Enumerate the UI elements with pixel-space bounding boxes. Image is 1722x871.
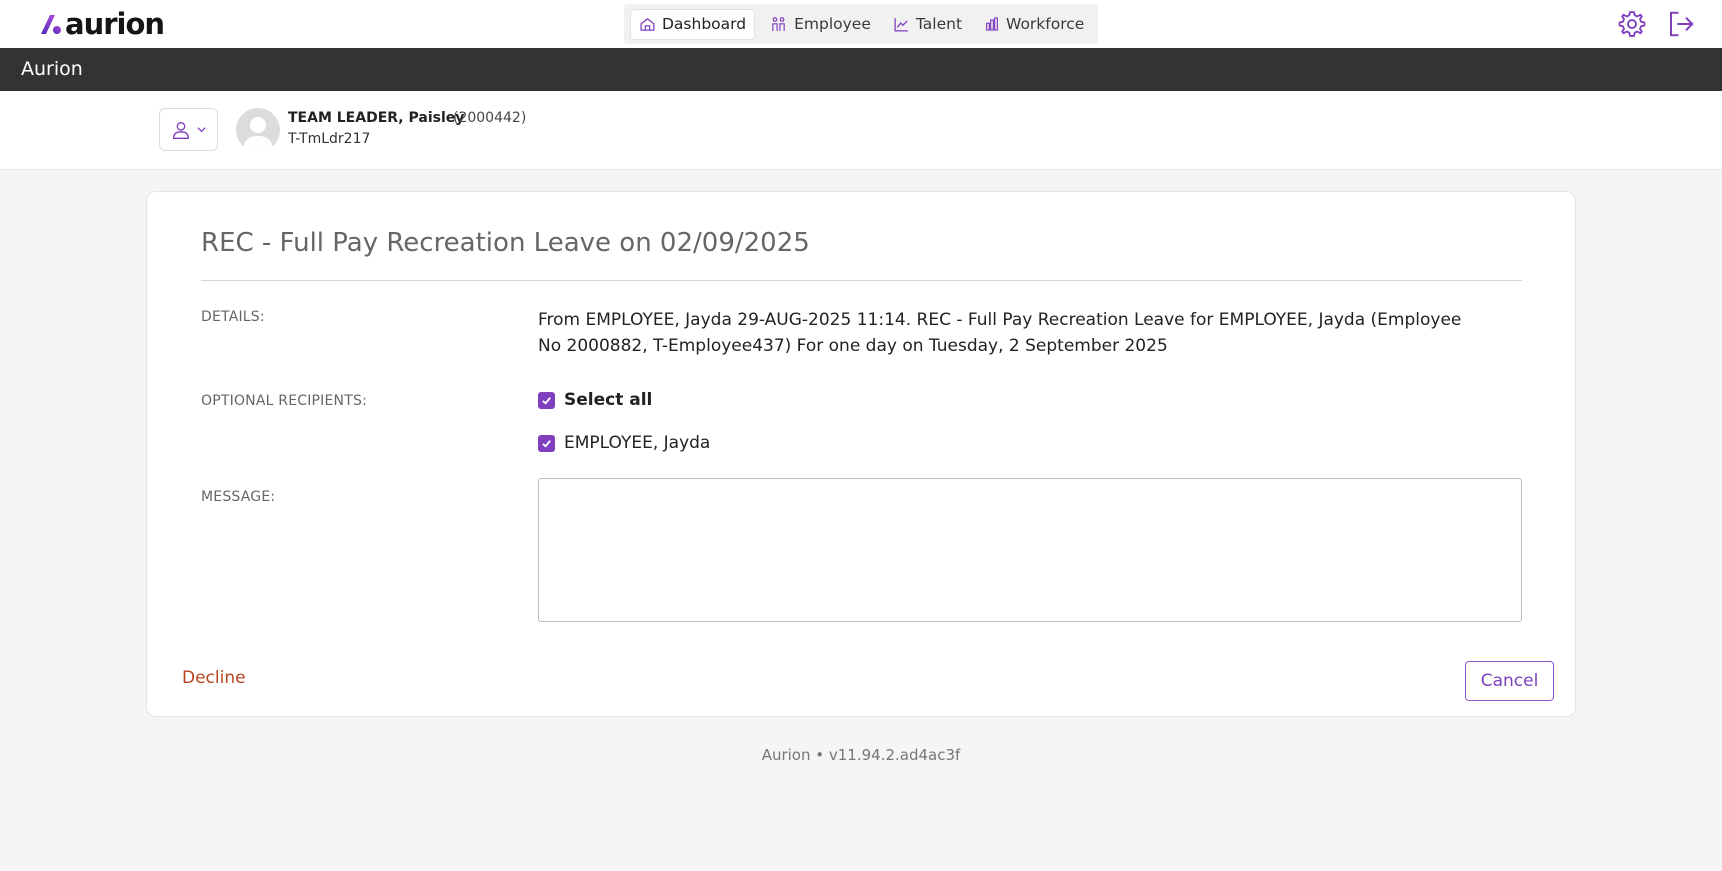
logo-mark-icon: [41, 15, 61, 34]
logout-icon[interactable]: [1666, 9, 1696, 39]
user-code: T-TmLdr217: [288, 131, 371, 147]
avatar: [236, 108, 280, 152]
recipient-checkbox[interactable]: EMPLOYEE, Jayda: [538, 433, 710, 453]
gear-icon[interactable]: [1617, 9, 1647, 39]
user-id: (2000442): [453, 110, 527, 126]
optional-recipients-label: OPTIONAL RECIPIENTS:: [201, 393, 367, 409]
app-title-bar: Aurion: [0, 48, 1722, 91]
select-all-checkbox[interactable]: Select all: [538, 390, 652, 410]
tab-employee-label: Employee: [794, 15, 871, 33]
cancel-button[interactable]: Cancel: [1465, 661, 1554, 701]
page-title: REC - Full Pay Recreation Leave on 02/09…: [201, 228, 810, 258]
tab-workforce[interactable]: Workforce: [976, 9, 1092, 40]
tab-employee[interactable]: Employee: [761, 9, 879, 40]
tab-talent-label: Talent: [915, 15, 963, 33]
user-icon: [172, 121, 190, 139]
leave-approval-card: REC - Full Pay Recreation Leave on 02/09…: [146, 191, 1576, 717]
message-label: MESSAGE:: [201, 489, 276, 505]
bar-chart-icon: [986, 17, 998, 31]
details-text: From EMPLOYEE, Jayda 29-AUG-2025 11:14. …: [538, 310, 1462, 356]
message-textarea[interactable]: [538, 478, 1522, 622]
logo-text: aurion: [65, 7, 165, 41]
top-navigation-bar: aurion Dashboard Employee Talent Workfor…: [0, 0, 1722, 48]
main-nav: Dashboard Employee Talent Workforce: [624, 4, 1098, 44]
chevron-down-icon: [197, 127, 206, 133]
checkbox-checked-icon: [538, 434, 555, 452]
user-context-bar: TEAM LEADER, Paisley (2000442) T-TmLdr21…: [0, 91, 1722, 170]
user-switcher-button[interactable]: [159, 108, 218, 151]
details-label: DETAILS:: [201, 309, 265, 325]
people-icon: [772, 16, 785, 31]
decline-button[interactable]: Decline: [182, 668, 246, 688]
checkbox-checked-icon: [538, 391, 555, 409]
select-all-label: Select all: [564, 390, 653, 410]
tab-dashboard-label: Dashboard: [662, 15, 747, 33]
avatar-placeholder-icon: [243, 117, 273, 152]
user-name: TEAM LEADER, Paisley: [288, 110, 465, 126]
aurion-logo[interactable]: aurion: [38, 7, 165, 41]
home-icon: [640, 17, 655, 31]
trend-chart-icon: [894, 17, 908, 32]
app-title: Aurion: [21, 58, 83, 80]
version-footer: Aurion • v11.94.2.ad4ac3f: [761, 746, 961, 764]
tab-dashboard[interactable]: Dashboard: [630, 8, 756, 40]
recipient-label: EMPLOYEE, Jayda: [564, 433, 711, 453]
tab-workforce-label: Workforce: [1006, 15, 1085, 33]
title-divider: [201, 280, 1522, 281]
tab-talent[interactable]: Talent: [885, 9, 970, 40]
